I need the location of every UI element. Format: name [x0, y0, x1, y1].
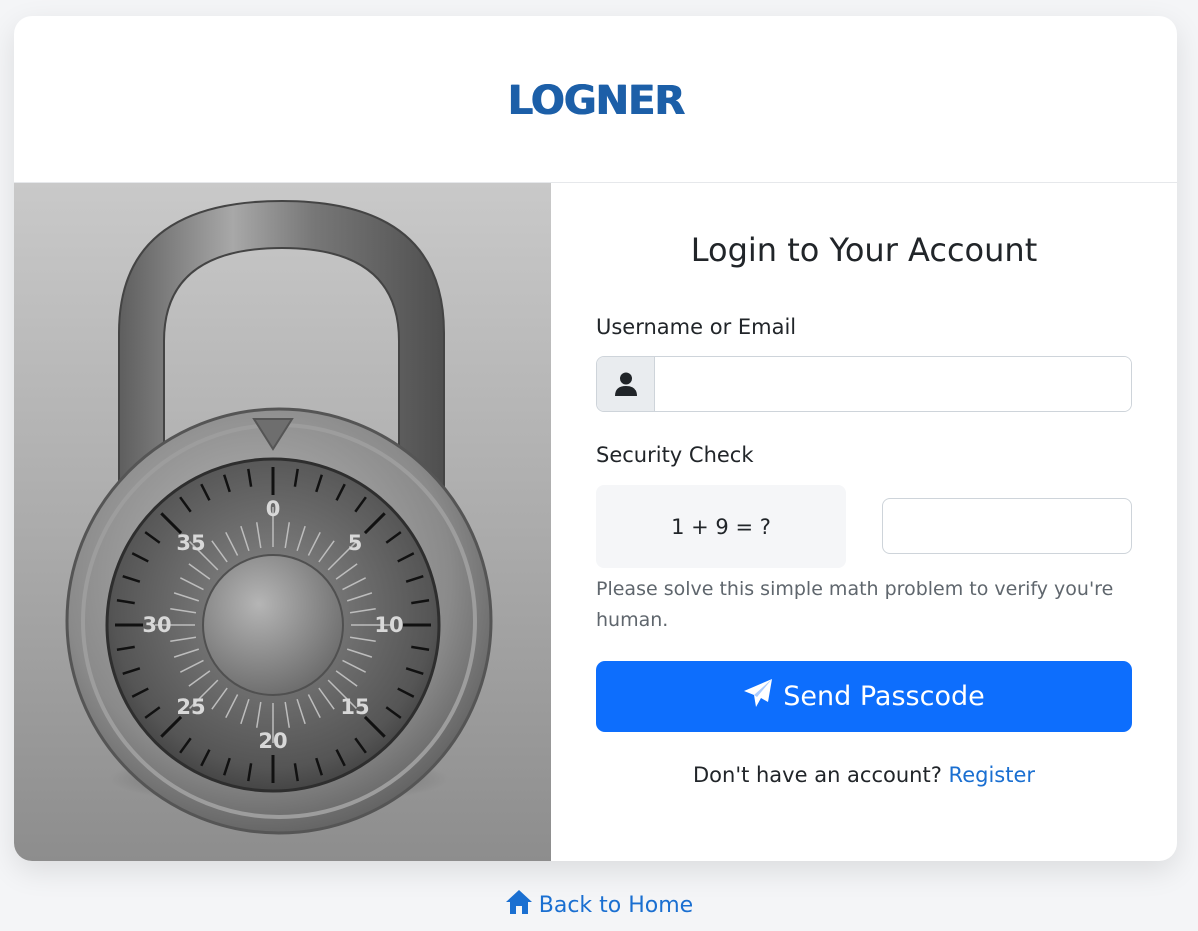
dial-number: 25 [176, 695, 205, 719]
dial-number: 35 [176, 531, 205, 555]
username-input-group [596, 356, 1132, 412]
username-label: Username or Email [596, 315, 797, 339]
back-to-home-label: Back to Home [538, 892, 694, 918]
login-card: LOGNER 0 5 10 15 20 25 30 35 Login to Yo… [14, 16, 1177, 861]
card-body: 0 5 10 15 20 25 30 35 Login to Your Account Use… [14, 183, 1177, 861]
register-link[interactable]: Register [949, 763, 1035, 787]
dial-number: 20 [258, 729, 287, 753]
math-question: 1 + 9 = ? [596, 485, 846, 568]
security-check-label: Security Check [596, 443, 754, 467]
dial-number: 10 [374, 613, 403, 637]
dial-number: 30 [142, 613, 171, 637]
padlock-illustration: 0 5 10 15 20 25 30 35 [65, 199, 493, 835]
login-form: Login to Your Account Username or Email … [551, 183, 1177, 861]
register-prompt: Don't have an account? Register [551, 763, 1177, 787]
user-icon [597, 357, 655, 411]
send-passcode-button[interactable]: Send Passcode [596, 661, 1132, 732]
dial-number: 0 [266, 497, 281, 521]
register-prompt-text: Don't have an account? [692, 763, 942, 787]
answer-input[interactable] [882, 498, 1132, 554]
padlock-image: 0 5 10 15 20 25 30 35 [14, 183, 551, 861]
paper-plane-icon [743, 678, 773, 715]
dial-number: 15 [340, 695, 369, 719]
brand-logo[interactable]: LOGNER [507, 78, 684, 124]
card-header: LOGNER [14, 16, 1177, 183]
send-passcode-label: Send Passcode [783, 681, 985, 712]
back-to-home-link[interactable]: Back to Home [0, 889, 1198, 921]
page-title: Login to Your Account [690, 231, 1038, 269]
dial-number: 5 [348, 531, 363, 555]
home-icon [505, 889, 533, 921]
help-text: Please solve this simple math problem to… [596, 578, 1114, 631]
username-input[interactable] [655, 357, 1131, 411]
